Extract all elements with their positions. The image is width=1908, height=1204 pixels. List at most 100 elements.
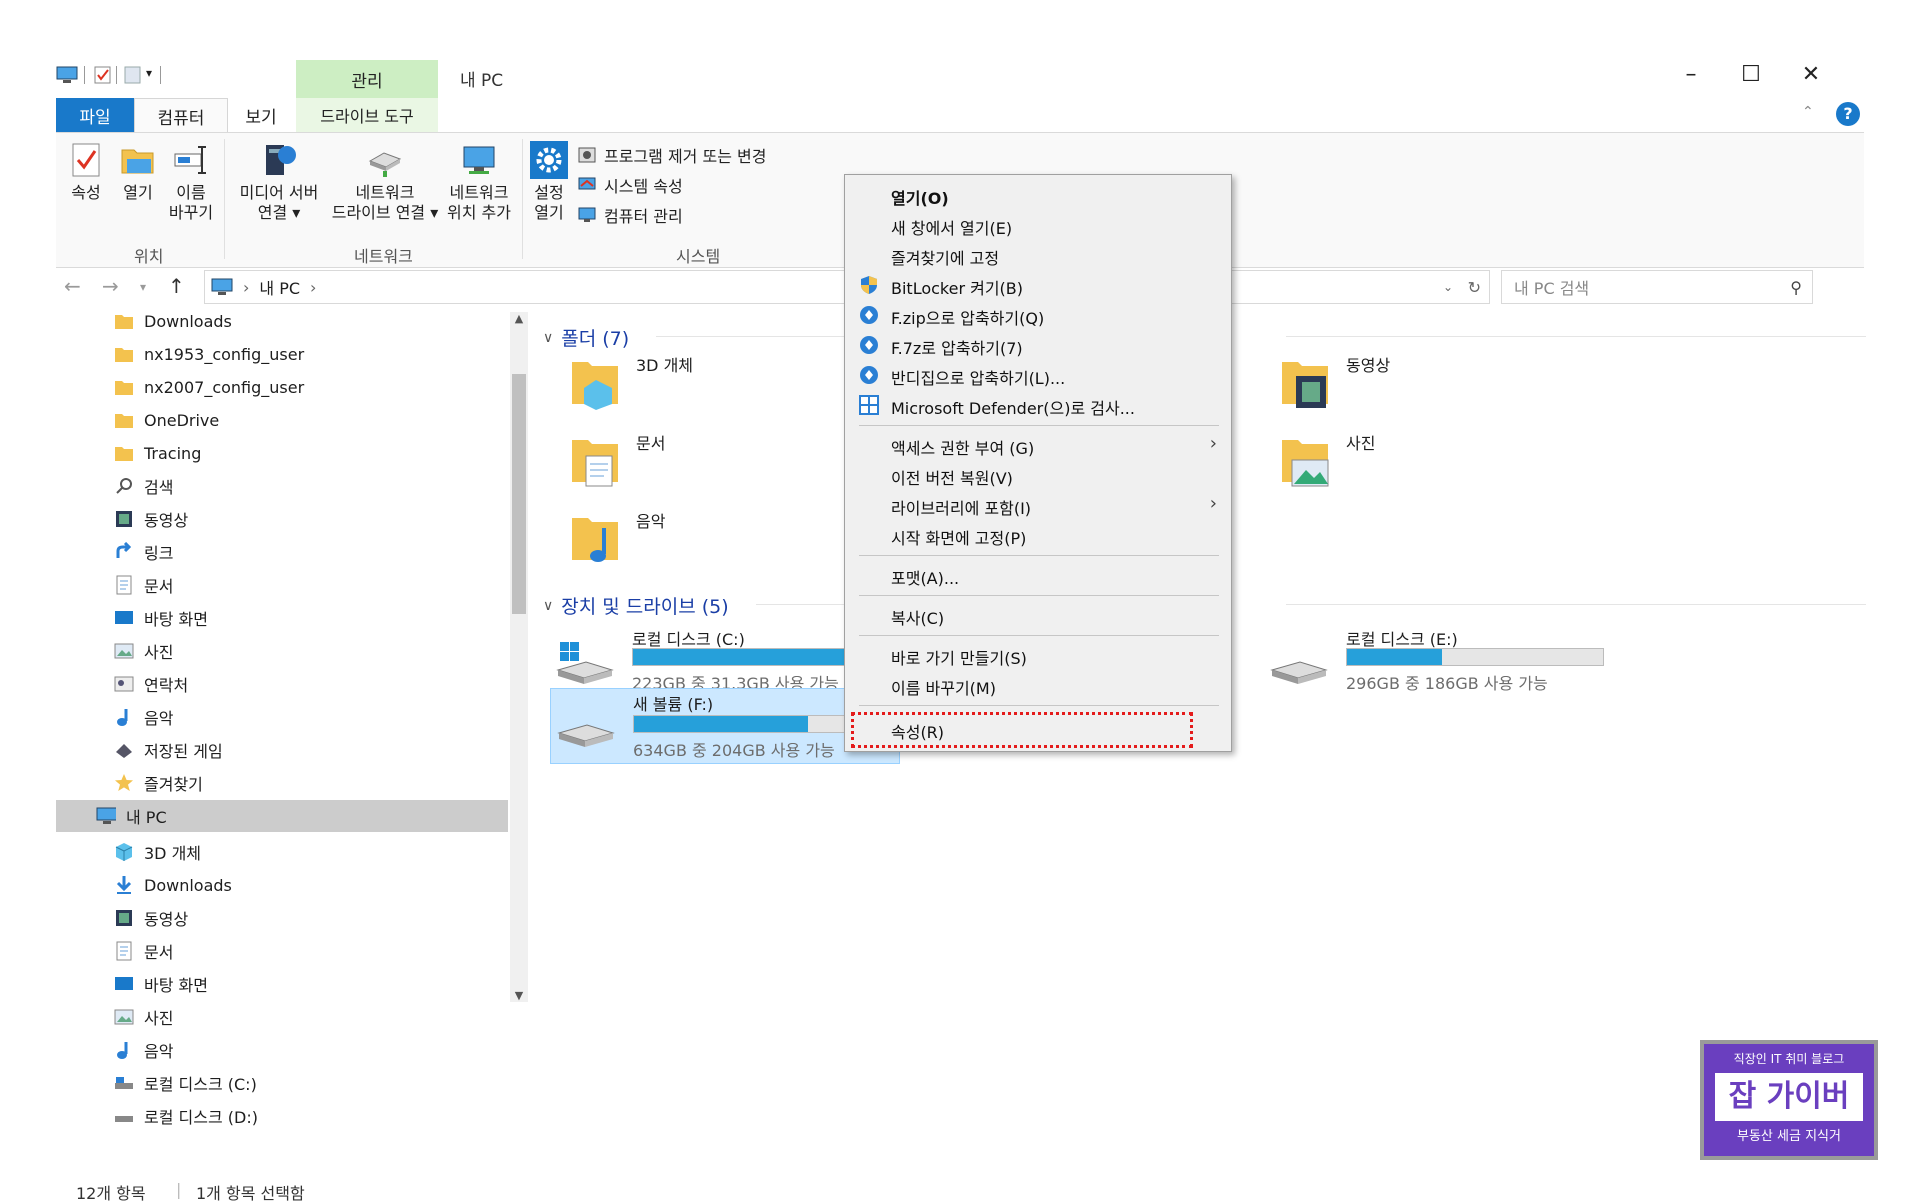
nav-item[interactable]: 음악 [114, 1037, 173, 1063]
menu-item-open[interactable]: 열기(O) [845, 181, 1231, 209]
scroll-thumb[interactable] [512, 374, 526, 614]
desktop-icon [115, 977, 133, 990]
menu-separator [859, 555, 1219, 556]
open-settings-button[interactable]: 설정 열기 [528, 141, 570, 223]
nav-item[interactable]: 저장된 게임 [114, 737, 223, 763]
open-button[interactable]: 열기 [118, 141, 158, 203]
drive-item[interactable]: 로컬 디스크 (E:) 296GB 중 186GB 사용 가능 [1270, 626, 1630, 700]
nav-item[interactable]: Tracing [114, 440, 201, 466]
nav-scrollbar[interactable]: ▲ ▼ [510, 312, 528, 1002]
search-icon [116, 478, 132, 494]
forward-button[interactable]: → [102, 274, 119, 298]
computer-icon[interactable] [56, 66, 78, 84]
tab-view[interactable]: 보기 [228, 98, 294, 132]
nav-item[interactable]: 문서 [114, 572, 173, 598]
folder-item[interactable]: 사진 [1278, 430, 1375, 490]
menu-item-pin-start[interactable]: 시작 화면에 고정(P) [845, 521, 1231, 549]
nav-item[interactable]: Downloads [114, 872, 232, 898]
media-server-button[interactable]: 미디어 서버 연결 ▾ [232, 141, 326, 223]
scroll-up-icon[interactable]: ▲ [510, 312, 528, 325]
menu-item-pin-quick-access[interactable]: 즐겨찾기에 고정 [845, 241, 1231, 269]
properties-button[interactable]: 속성 [66, 141, 106, 203]
computer-management-button[interactable]: 컴퓨터 관리 [578, 203, 683, 227]
refresh-icon[interactable]: ↻ [1468, 278, 1481, 297]
nav-item[interactable]: 바탕 화면 [114, 605, 208, 631]
menu-item-defender-scan[interactable]: Microsoft Defender(으)로 검사... [845, 391, 1231, 419]
navigation-pane: Downloads nx1953_config_user nx2007_conf… [56, 308, 508, 1127]
breadcrumb-this-pc[interactable]: 내 PC [259, 275, 300, 299]
nav-item[interactable]: 사진 [114, 638, 173, 664]
uninstall-program-button[interactable]: 프로그램 제거 또는 변경 [578, 143, 766, 167]
menu-item-copy[interactable]: 복사(C) [845, 601, 1231, 629]
nav-item[interactable]: 로컬 디스크 (D:) [114, 1103, 258, 1129]
menu-item-include-library[interactable]: 라이브러리에 포함(I) › [845, 491, 1231, 519]
nav-item[interactable]: 동영상 [114, 905, 188, 931]
folders-section-header[interactable]: ∨ 폴더 (7) [543, 324, 629, 351]
close-button[interactable]: ✕ [1786, 60, 1836, 90]
collapse-ribbon-icon[interactable]: ⌃ [1802, 104, 1814, 120]
nav-item[interactable]: OneDrive [114, 407, 219, 433]
drives-section-header[interactable]: ∨ 장치 및 드라이브 (5) [543, 592, 729, 619]
minimize-button[interactable]: – [1666, 60, 1716, 90]
nav-item[interactable]: Downloads [114, 308, 232, 334]
computer-icon [211, 278, 233, 295]
nav-item[interactable]: 로컬 디스크 (C:) [114, 1070, 257, 1096]
help-icon[interactable]: ? [1836, 102, 1860, 126]
menu-item-bandizip[interactable]: 반디집으로 압축하기(L)... [845, 361, 1231, 389]
map-network-drive-button[interactable]: 네트워크 드라이브 연결 ▾ [330, 141, 440, 223]
recent-locations-dropdown[interactable]: ▾ [140, 280, 146, 294]
nav-item[interactable]: 사진 [114, 1004, 173, 1030]
nav-item[interactable]: nx1953_config_user [114, 341, 304, 367]
nav-item[interactable]: 동영상 [114, 506, 188, 532]
menu-item-give-access[interactable]: 액세스 권한 부여 (G) › [845, 431, 1231, 459]
pictures-folder-icon [1282, 440, 1329, 487]
menu-item-restore-versions[interactable]: 이전 버전 복원(V) [845, 461, 1231, 489]
menu-item-7z[interactable]: F.7z로 압축하기(7) [845, 331, 1231, 359]
qat-separator [84, 66, 85, 84]
documents-folder-icon [572, 440, 618, 487]
nav-item[interactable]: 연락처 [114, 671, 188, 697]
folder-item[interactable]: 동영상 [1278, 352, 1390, 412]
add-network-location-button[interactable]: 네트워크 위치 추가 [440, 141, 518, 223]
menu-item-rename[interactable]: 이름 바꾸기(M) [845, 671, 1231, 699]
menu-item-bitlocker[interactable]: BitLocker 켜기(B) [845, 271, 1231, 299]
folder-item[interactable]: 3D 개체 [568, 352, 693, 412]
folder-item[interactable]: 음악 [568, 508, 665, 568]
music-icon [117, 1042, 128, 1059]
tab-drive-tools[interactable]: 드라이브 도구 [296, 98, 438, 132]
nav-item[interactable]: 바탕 화면 [114, 971, 208, 997]
tab-file[interactable]: 파일 [56, 98, 134, 132]
rename-button[interactable]: 이름 바꾸기 [166, 141, 216, 223]
back-button[interactable]: ← [64, 274, 81, 298]
nav-item[interactable]: 즐겨찾기 [114, 770, 203, 796]
tab-computer[interactable]: 컴퓨터 [134, 98, 228, 133]
nav-item[interactable]: 검색 [114, 473, 173, 499]
properties-qat-icon[interactable] [94, 66, 114, 84]
nav-item[interactable]: 링크 [114, 539, 173, 565]
document-icon [116, 941, 132, 961]
new-folder-qat-icon[interactable] [124, 66, 144, 84]
scroll-down-icon[interactable]: ▼ [510, 989, 528, 1002]
maximize-button[interactable]: ☐ [1726, 60, 1776, 90]
nav-item[interactable]: nx2007_config_user [114, 374, 304, 400]
nav-item[interactable]: 음악 [114, 704, 173, 730]
folder-item[interactable]: 문서 [568, 430, 665, 490]
address-dropdown-icon[interactable]: ⌄ [1443, 280, 1453, 294]
menu-item-format[interactable]: 포맷(A)... [845, 561, 1231, 589]
menu-item-open-new-window[interactable]: 새 창에서 열기(E) [845, 211, 1231, 239]
system-properties-button[interactable]: 시스템 속성 [578, 173, 683, 197]
document-icon [116, 575, 132, 595]
nav-item-this-pc[interactable]: 내 PC [56, 800, 508, 832]
search-icon[interactable]: ⚲ [1790, 278, 1802, 297]
nav-item[interactable]: 3D 개체 [114, 839, 201, 865]
menu-item-zip[interactable]: F.zip으로 압축하기(Q) [845, 301, 1231, 329]
menu-item-create-shortcut[interactable]: 바로 가기 만들기(S) [845, 641, 1231, 669]
search-input[interactable]: 내 PC 검색 [1514, 275, 1589, 299]
defender-icon [859, 395, 879, 415]
up-button[interactable]: ↑ [168, 274, 185, 298]
search-box[interactable]: 내 PC 검색 ⚲ [1501, 270, 1813, 304]
manage-contextual-tab[interactable]: 관리 [296, 60, 438, 98]
qat-dropdown-icon[interactable]: ▾ [146, 66, 166, 84]
nav-item[interactable]: 문서 [114, 938, 173, 964]
videos-folder-icon [1282, 362, 1328, 408]
